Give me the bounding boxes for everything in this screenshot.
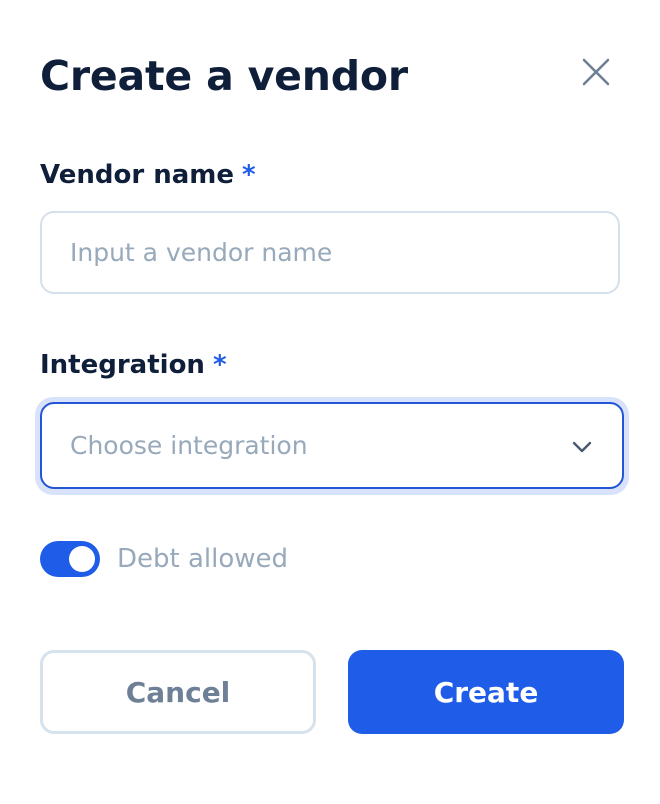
required-mark: * <box>241 160 256 190</box>
debt-allowed-toggle[interactable] <box>40 541 100 577</box>
create-button[interactable]: Create <box>348 650 624 734</box>
debt-allowed-label: Debt allowed <box>117 544 289 574</box>
integration-label: Integration * <box>40 348 227 382</box>
create-vendor-dialog: Create a vendor Vendor name* Integration… <box>0 0 660 804</box>
toggle-knob <box>69 546 95 572</box>
integration-label-text: Integration <box>40 350 205 380</box>
vendor-name-input[interactable] <box>40 211 620 294</box>
close-icon <box>582 58 610 86</box>
cancel-button[interactable]: Cancel <box>40 650 316 734</box>
vendor-name-label-text: Vendor name <box>40 160 234 190</box>
required-mark: * <box>212 350 227 380</box>
integration-select[interactable]: Choose integration <box>40 402 624 489</box>
vendor-name-label: Vendor name * <box>40 158 256 192</box>
integration-select-placeholder: Choose integration <box>70 431 308 460</box>
chevron-down-icon <box>572 441 592 453</box>
dialog-title: Create a vendor <box>40 52 408 100</box>
close-button[interactable] <box>578 54 614 90</box>
